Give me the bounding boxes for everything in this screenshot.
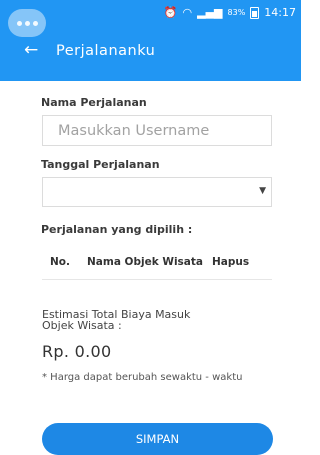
back-arrow-icon[interactable]: ← [24, 42, 38, 59]
table-divider [42, 279, 272, 280]
column-header-delete: Hapus [212, 256, 250, 268]
signal-icon: ▂▄▆ [197, 6, 223, 19]
price-note: * Harga dapat berubah sewaktu - waktu [42, 372, 243, 383]
chat-bubble-icon[interactable] [8, 9, 46, 37]
column-header-name: Nama Objek Wisata [87, 256, 203, 268]
status-bar: ⏰ ◠ ▂▄▆ 83% 14:17 [0, 0, 301, 37]
battery-icon [250, 6, 260, 19]
wifi-icon: ◠ [182, 6, 193, 19]
selected-trip-label: Perjalanan yang dipilih : [41, 223, 193, 236]
table-header: No. Nama Objek Wisata Hapus [42, 256, 272, 280]
column-header-no: No. [50, 256, 70, 268]
status-icons: ⏰ ◠ ▂▄▆ 83% 14:17 [164, 6, 296, 19]
estimate-label: Estimasi Total Biaya Masuk Objek Wisata … [42, 309, 190, 331]
dropdown-arrow-icon: ▼ [259, 186, 266, 196]
alarm-icon: ⏰ [163, 6, 178, 19]
battery-percent: 83% [227, 8, 246, 17]
clock: 14:17 [264, 6, 296, 19]
trip-date-select[interactable]: ▼ [42, 177, 272, 207]
trip-name-label: Nama Perjalanan [41, 96, 147, 109]
page-title: Perjalananku [56, 43, 156, 59]
app-bar: ⏰ ◠ ▂▄▆ 83% 14:17 ← Perjalananku [0, 0, 301, 81]
estimate-value: Rp. 0.00 [42, 342, 112, 361]
trip-name-input[interactable] [42, 115, 272, 146]
save-button[interactable]: SIMPAN [42, 423, 273, 455]
trip-date-label: Tanggal Perjalanan [41, 158, 160, 171]
estimate-label-line2: Objek Wisata : [42, 319, 122, 332]
